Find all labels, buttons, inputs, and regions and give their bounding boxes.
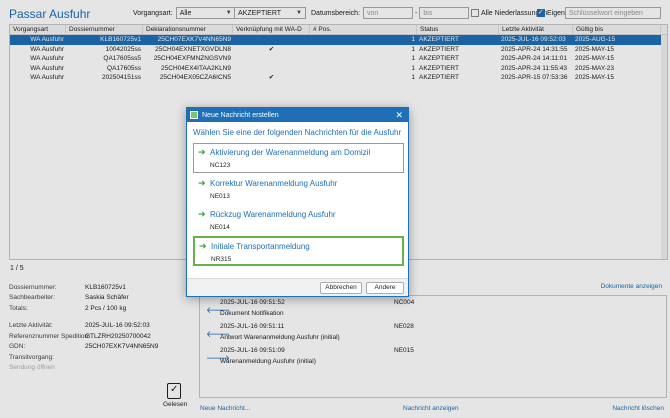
option-code: NR315 <box>211 256 232 263</box>
new-message-dialog: Neue Nachricht erstellen ✕ Wählen Sie ei… <box>186 107 409 297</box>
cancel-button[interactable]: Abbrechen <box>320 282 362 294</box>
option-code: NE014 <box>210 224 230 231</box>
option-label: Initiale Transportanmeldung <box>211 242 310 251</box>
dialog-subtitle: Wählen Sie eine der folgenden Nachrichte… <box>193 128 402 137</box>
option-nr315[interactable]: ➔ Initiale Transportanmeldung NR315 <box>193 236 404 266</box>
app-icon <box>190 111 198 119</box>
dialog-titlebar: Neue Nachricht erstellen ✕ <box>187 108 408 122</box>
option-label: Korrektur Warenanmeldung Ausfuhr <box>210 179 338 188</box>
other-button[interactable]: Andere <box>366 282 404 294</box>
option-ne013[interactable]: ➔ Korrektur Warenanmeldung Ausfuhr NE013 <box>193 174 404 204</box>
option-ne014[interactable]: ➔ Rückzug Warenanmeldung Ausfuhr NE014 <box>193 205 404 235</box>
dialog-title: Neue Nachricht erstellen <box>202 111 279 119</box>
option-code: NE013 <box>210 193 230 200</box>
arrow-right-icon: ➔ <box>198 209 206 219</box>
close-icon[interactable]: ✕ <box>395 110 403 121</box>
option-label: Aktivierung der Warenanmeldung am Domizi… <box>210 148 371 157</box>
arrow-right-icon: ➔ <box>199 241 207 251</box>
option-label: Rückzug Warenanmeldung Ausfuhr <box>210 210 336 219</box>
arrow-right-icon: ➔ <box>198 147 206 157</box>
dialog-footer: Abbrechen Andere <box>187 278 408 296</box>
option-nc123[interactable]: ➔ Aktivierung der Warenanmeldung am Domi… <box>193 143 404 173</box>
arrow-right-icon: ➔ <box>198 178 206 188</box>
option-code: NC123 <box>210 162 231 169</box>
